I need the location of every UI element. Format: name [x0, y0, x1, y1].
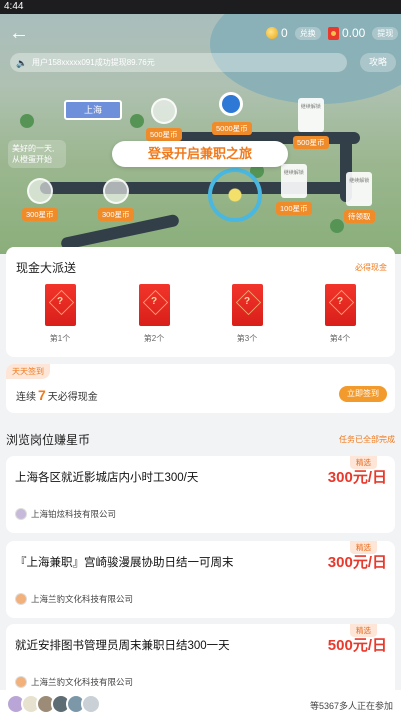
- company-logo-icon: [15, 508, 27, 520]
- red-packet-label: 第1个: [49, 334, 71, 343]
- job-title: 上海各区就近影城店内小时工300/天: [15, 472, 199, 484]
- cash-value: 0.00: [342, 26, 366, 40]
- login-start-button[interactable]: 登录开启兼职之旅: [112, 141, 288, 167]
- withdraw-button[interactable]: 提现: [372, 26, 399, 40]
- top-bar: ← 0 兑换 0.00 提现: [0, 14, 401, 52]
- red-packet-icon: ?: [231, 284, 263, 326]
- red-packet-icon: ?: [324, 284, 356, 326]
- cash-rule-link[interactable]: 必得现金: [355, 262, 387, 273]
- map-stop[interactable]: 继续解锁 500星币: [293, 98, 329, 150]
- checkin-button[interactable]: 立即签到: [339, 386, 387, 402]
- locked-sign: 继续解锁: [280, 164, 307, 198]
- stop-reward: 500星币: [293, 136, 329, 149]
- job-title: 『上海兼职』宫崎骏漫展协助日结一可周末: [15, 557, 234, 569]
- red-packet[interactable]: ? 第4个: [320, 284, 360, 344]
- participants-bar: 等5367多人正在参加: [0, 690, 401, 720]
- job-company: 上海兰豹文化科技有限公司: [15, 593, 133, 605]
- strategy-button[interactable]: 攻略: [360, 53, 396, 72]
- map-stop[interactable]: 300星币: [22, 178, 58, 222]
- checkin-suffix: 天必得现金: [47, 392, 98, 403]
- question-mark: ?: [150, 296, 158, 307]
- greeting-line: 从橙蛋开始: [12, 155, 52, 164]
- stop-reward: 300星币: [98, 208, 134, 221]
- job-title: 就近安排图书管理员周末兼职日结300一天: [15, 640, 230, 652]
- notice-text: 用户158xxxxx091成功提现89.76元: [32, 58, 155, 67]
- locked-sign: 继续解锁: [297, 98, 324, 132]
- red-packet[interactable]: ? 第2个: [134, 284, 174, 344]
- question-mark: ?: [56, 296, 64, 307]
- company-logo-icon: [15, 593, 27, 605]
- red-packet[interactable]: ? 第1个: [40, 284, 80, 344]
- map-stop[interactable]: 继续解锁 100星币: [276, 164, 312, 216]
- map-stop[interactable]: 5000星币: [212, 118, 252, 136]
- status-time: 4:44: [4, 1, 24, 12]
- stop-reward: 5000星币: [212, 122, 252, 135]
- company-name: 上海兰豹文化科技有限公司: [31, 677, 134, 687]
- city-board: 上海: [64, 100, 122, 120]
- question-mark: ?: [243, 296, 251, 307]
- checkin-prefix: 连续: [16, 392, 36, 403]
- checkin-badge: 天天签到: [6, 364, 50, 379]
- greeting-bubble: 美好的一天, 从橙蛋开始: [8, 140, 66, 168]
- withdraw-notice: 🔈 用户158xxxxx091成功提现89.76元: [10, 53, 347, 72]
- red-packet-icon: [328, 26, 339, 40]
- greeting-line: 美好的一天,: [12, 144, 55, 153]
- red-packet-label: 第2个: [143, 334, 165, 343]
- map-stop[interactable]: 继续解锁 待领取: [344, 172, 375, 224]
- task-status: 任务已全部完成: [339, 435, 395, 444]
- coin-value: 0: [281, 26, 288, 40]
- stop-reward: 100星币: [276, 202, 312, 215]
- question-mark: ?: [336, 296, 344, 307]
- back-button[interactable]: ←: [8, 22, 30, 44]
- company-name: 上海兰豹文化科技有限公司: [31, 594, 134, 604]
- coin-balance[interactable]: 0 兑换: [266, 26, 321, 40]
- participant-avatars: [6, 694, 101, 714]
- exchange-button[interactable]: 兑换: [294, 26, 321, 40]
- map-stop[interactable]: 500星币: [146, 98, 182, 142]
- stop-bubble: [26, 178, 53, 204]
- stop-reward: 500星币: [146, 128, 182, 141]
- job-price: 300元/日: [327, 469, 387, 486]
- user-location-pin: [219, 92, 243, 116]
- arrow-left-icon: ←: [9, 22, 29, 44]
- stop-bubble: [150, 98, 177, 124]
- checkin-card: 天天签到 连续 7 天必得现金 立即签到: [6, 364, 395, 413]
- section-title: 现金大派送: [16, 261, 77, 275]
- stop-bubble: [102, 178, 129, 204]
- red-packet-icon: ?: [44, 284, 76, 326]
- job-card[interactable]: 精选 上海各区就近影城店内小时工300/天 300元/日 上海铂炫科技有限公司: [6, 456, 395, 533]
- locked-sign: 继续解锁: [346, 172, 373, 206]
- company-name: 上海铂炫科技有限公司: [31, 509, 117, 519]
- participants-count: 等5367多人正在参加: [309, 701, 393, 711]
- checkin-text: 连续 7 天必得现金: [16, 387, 98, 403]
- stop-reward: 300星币: [22, 208, 58, 221]
- red-packet-label: 第3个: [236, 334, 258, 343]
- coin-icon: [266, 27, 278, 39]
- red-packet-icon: ?: [138, 284, 170, 326]
- job-price: 500元/日: [327, 637, 387, 654]
- map-stop[interactable]: 300星币: [98, 178, 134, 222]
- job-company: 上海铂炫科技有限公司: [15, 508, 116, 520]
- stop-reward: 待领取: [344, 210, 375, 223]
- job-card[interactable]: 精选 『上海兼职』宫崎骏漫展协助日结一可周末 300元/日 上海兰豹文化科技有限…: [6, 541, 395, 618]
- red-packet[interactable]: ? 第3个: [227, 284, 267, 344]
- ferris-wheel: [208, 168, 262, 222]
- checkin-days: 7: [38, 387, 46, 403]
- status-bar: 4:44: [0, 0, 401, 14]
- browse-section-title: 浏览岗位赚星币: [6, 433, 91, 447]
- red-packet-label: 第4个: [329, 334, 351, 343]
- job-company: 上海兰豹文化科技有限公司: [15, 676, 133, 688]
- job-price: 300元/日: [327, 554, 387, 571]
- avatar: [81, 694, 101, 714]
- company-logo-icon: [15, 676, 27, 688]
- cash-giveaway-card: 现金大派送 必得现金 ? 第1个 ? 第2个 ? 第3个 ? 第4个: [6, 247, 395, 357]
- speaker-icon: 🔈: [16, 57, 28, 68]
- cash-balance[interactable]: 0.00 提现: [328, 26, 399, 40]
